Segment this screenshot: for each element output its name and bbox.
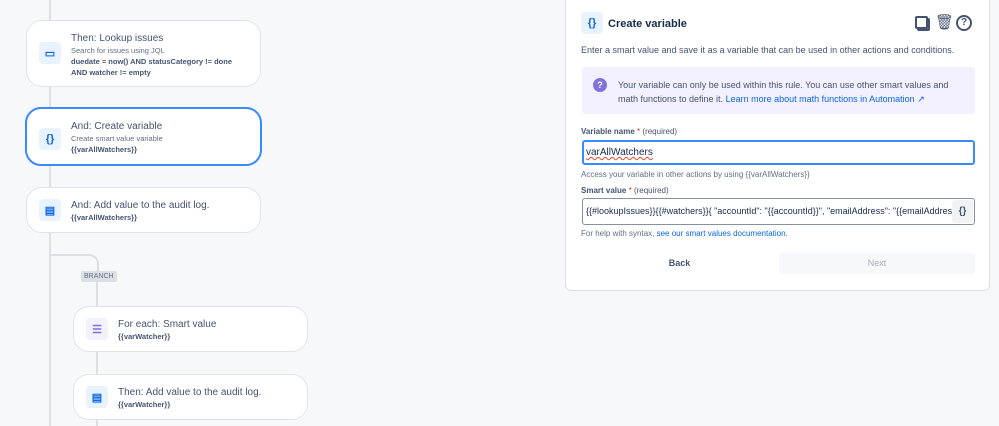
card-audit-log-2[interactable]: ▤ Then: Add value to the audit log. {{va… [73, 374, 308, 420]
card-title: For each: Smart value [118, 319, 217, 330]
smart-values-docs-link[interactable]: see our smart values documentation. [657, 229, 788, 238]
question-icon: ? [593, 78, 607, 92]
card-audit-log[interactable]: ▤ And: Add value to the audit log. {{var… [26, 187, 261, 233]
card-subtitle: Create smart value variable [71, 134, 163, 143]
branch-label: BRANCH [81, 271, 117, 282]
math-functions-link[interactable]: Learn more about math functions in Autom… [726, 94, 925, 104]
card-title: And: Add value to the audit log. [71, 200, 210, 211]
smart-value-label: Smart value * (required) [581, 186, 669, 195]
braces-icon: {} [39, 128, 61, 150]
flow-connector-main [49, 270, 51, 426]
syntax-help: For help with syntax, see our smart valu… [581, 229, 788, 238]
card-title: Then: Add value to the audit log. [118, 387, 262, 398]
back-button[interactable]: Back [582, 253, 777, 274]
variable-name-help: Access your variable in other actions by… [581, 170, 810, 179]
smart-value-input[interactable]: {{#lookupIssues}}{{#watchers}}{ "account… [582, 198, 975, 225]
card-title: Then: Lookup issues [71, 33, 164, 44]
panel-title: Create variable [608, 18, 687, 30]
card-detail: {{varWatcher}} [118, 400, 171, 409]
braces-icon: {} [581, 12, 603, 34]
card-detail: {{varAllWatchers}} [71, 213, 138, 222]
info-box: ? Your variable can only be used within … [582, 67, 975, 114]
delete-icon[interactable]: 🗑︎ [935, 13, 954, 31]
list-icon: ☰ [86, 318, 108, 340]
card-detail: {{varAllWatchers}} [71, 145, 138, 154]
variable-name-label: Variable name * (required) [581, 127, 678, 136]
card-create-variable[interactable]: {} And: Create variable Create smart val… [25, 107, 262, 166]
next-button[interactable]: Next [779, 253, 975, 274]
card-title: And: Create variable [71, 121, 163, 132]
panel-description: Enter a smart value and save it as a var… [581, 45, 955, 55]
monitor-icon: ▭ [39, 42, 61, 64]
duplicate-icon[interactable] [915, 16, 928, 29]
card-detail: duedate = now() AND statusCategory != do… [71, 57, 232, 66]
create-variable-panel: {} Create variable 🗑︎ ? Enter a smart va… [565, 0, 990, 291]
card-lookup-issues[interactable]: ▭ Then: Lookup issues Search for issues … [26, 20, 261, 87]
variable-name-input[interactable]: varAllWatchers [582, 140, 975, 165]
card-for-each[interactable]: ☰ For each: Smart value {{varWatcher}} [73, 306, 308, 352]
card-detail: {{varWatcher}} [118, 332, 171, 341]
document-icon: ▤ [39, 199, 61, 221]
card-subtitle: Search for issues using JQL [71, 46, 165, 55]
card-detail: AND watcher != empty [71, 68, 151, 77]
help-icon[interactable]: ? [956, 15, 972, 31]
document-icon: ▤ [86, 386, 108, 408]
smart-value-picker-button[interactable]: {} [952, 200, 973, 223]
